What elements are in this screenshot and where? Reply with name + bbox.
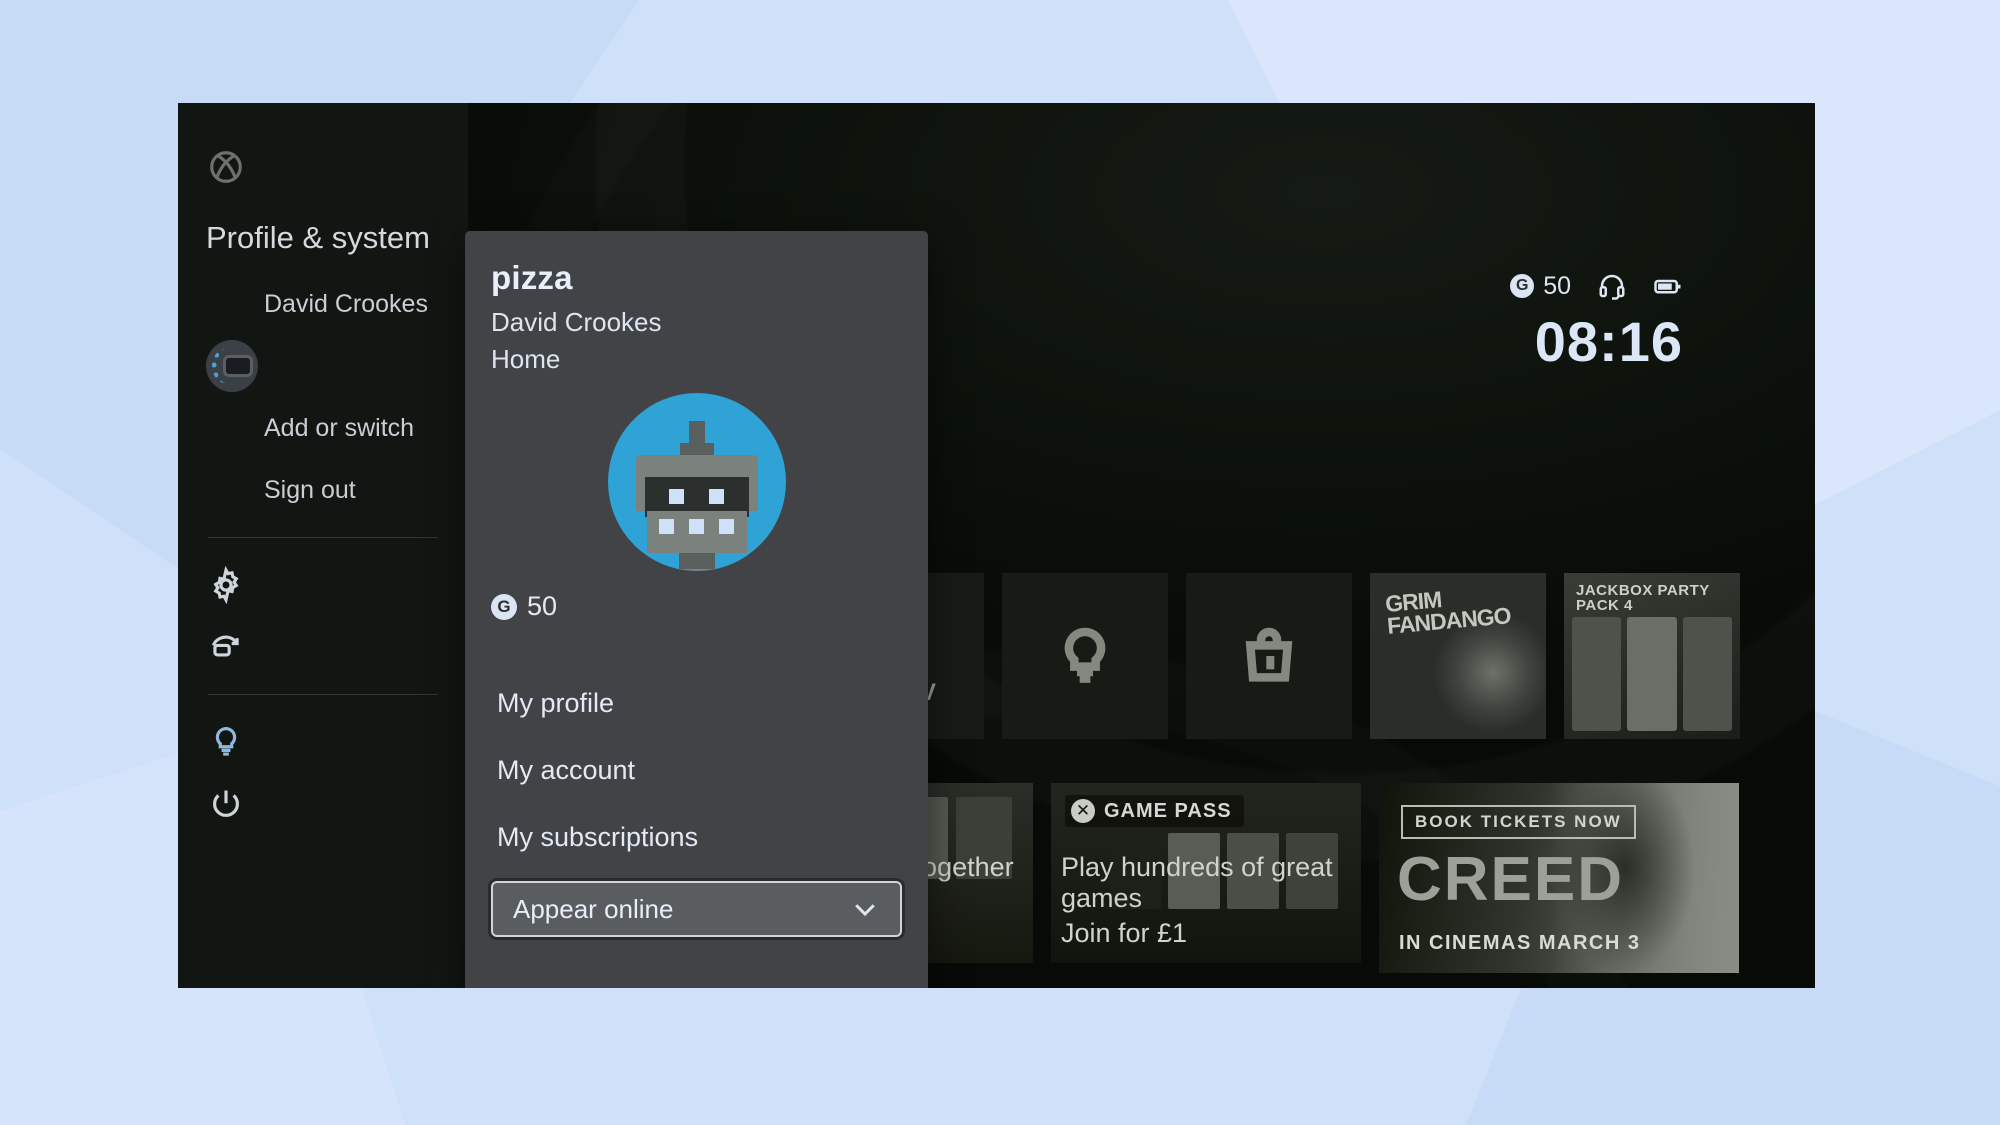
menu-item-my-account[interactable]: My account: [491, 737, 902, 804]
gamertag: pizza: [491, 259, 573, 296]
settings-icon: [206, 565, 246, 605]
robot-avatar-art: [635, 421, 758, 571]
guide-avatar-row[interactable]: [178, 335, 468, 397]
status-gamerscore: G 50: [1510, 272, 1571, 301]
lightbulb-icon: [1064, 627, 1106, 683]
guide-account-row[interactable]: David Crookes: [178, 273, 468, 335]
status-gamerscore-value: 50: [1543, 271, 1571, 300]
tile-jackbox-label: JACKBOX PARTY PACK 4: [1576, 582, 1710, 614]
menu-item-my-profile[interactable]: My profile: [491, 670, 902, 737]
home-tile-row: MUTV GRIM FANDANGO JACKBOX PARTY PACK 4: [818, 573, 1740, 739]
promo-creed-cta[interactable]: BOOK TICKETS NOW: [1401, 805, 1636, 839]
promo-game-pass-subtitle: Join for £1: [1061, 918, 1188, 948]
account-label-spacer: [206, 284, 246, 324]
profile-flyout: pizza David Crookes Home G 50 My profile…: [465, 231, 928, 988]
guide-tips[interactable]: [178, 711, 468, 773]
flyout-menu: My profile My account My subscriptions: [491, 670, 902, 871]
add-icon: [206, 408, 246, 448]
guide-settings[interactable]: [178, 554, 468, 616]
robot-avatar-icon: [607, 393, 786, 571]
tile-grim-fandango-label: GRIM FANDANGO: [1384, 586, 1512, 639]
guide-add-account[interactable]: Add or switch: [178, 397, 468, 459]
guide-capture[interactable]: [178, 616, 468, 678]
headset-icon: [1599, 274, 1625, 300]
guide-home-button[interactable]: [178, 131, 468, 203]
home-promo-row: aming Together Sale 50% GAME PASS Play h…: [818, 783, 1739, 973]
real-name: David Crookes: [491, 307, 662, 337]
battery-icon: [1654, 279, 1681, 294]
flyout-gamerscore-value: 50: [527, 591, 558, 621]
guide-account-name: David Crookes: [264, 289, 428, 318]
power-icon: [206, 784, 246, 824]
shopping-bag-icon: [1245, 627, 1293, 682]
guide-sign-out-label: Sign out: [264, 475, 356, 504]
promo-creed-title: CREED: [1397, 845, 1625, 914]
tile-store[interactable]: [1186, 573, 1352, 739]
game-pass-badge-label: GAME PASS: [1104, 799, 1232, 822]
presence-dropdown[interactable]: Appear online: [491, 881, 902, 937]
sponsored-label: SPONSORED: [1576, 987, 1681, 988]
guide-sidebar: Profile & system David Crookes Add or sw…: [178, 103, 468, 988]
guide-add-account-label: Add or switch: [264, 413, 415, 442]
game-pass-badge: GAME PASS: [1065, 795, 1244, 827]
menu-item-my-subscriptions[interactable]: My subscriptions: [491, 804, 902, 871]
promo-game-pass-text: Play hundreds of great games Join for £1: [1061, 852, 1361, 949]
promo-game-pass-title: Play hundreds of great games: [1061, 852, 1333, 913]
tips-icon: [206, 722, 246, 762]
home-console-label: Home: [491, 344, 561, 374]
guide-divider: [208, 694, 438, 695]
guide-sign-out[interactable]: Sign out: [178, 459, 468, 521]
guide-title: Profile & system: [206, 220, 430, 255]
xbox-logo-icon: [206, 147, 246, 187]
flyout-gamerscore: G 50: [491, 591, 902, 622]
guide-divider: [208, 537, 438, 538]
clock: 08:16: [1534, 310, 1683, 373]
promo-creed-subtitle: IN CINEMAS MARCH 3: [1399, 932, 1641, 954]
tile-grim-fandango[interactable]: GRIM FANDANGO: [1370, 573, 1546, 739]
presence-selected-value: Appear online: [513, 893, 674, 924]
capture-icon: [206, 627, 246, 667]
tile-jackbox[interactable]: JACKBOX PARTY PACK 4: [1564, 573, 1740, 739]
status-bar: G 50: [1510, 271, 1683, 301]
avatar: [206, 340, 258, 392]
chevron-down-icon: [855, 904, 875, 917]
tile-tips[interactable]: [1002, 573, 1168, 739]
promo-game-pass[interactable]: GAME PASS Play hundreds of great games J…: [1051, 783, 1361, 963]
sign-out-icon: [206, 470, 246, 510]
gamerscore-badge-icon: G: [491, 593, 517, 620]
xbox-logo-icon: [1071, 799, 1095, 823]
gamerscore-badge-icon: G: [1510, 274, 1535, 298]
tile-jackbox-art: [1572, 617, 1732, 731]
promo-creed[interactable]: BOOK TICKETS NOW CREED IN CINEMAS MARCH …: [1379, 783, 1739, 973]
guide-power[interactable]: [178, 773, 468, 835]
xbox-dashboard-screenshot: G 50 08:16 MUTV: [178, 103, 1815, 988]
